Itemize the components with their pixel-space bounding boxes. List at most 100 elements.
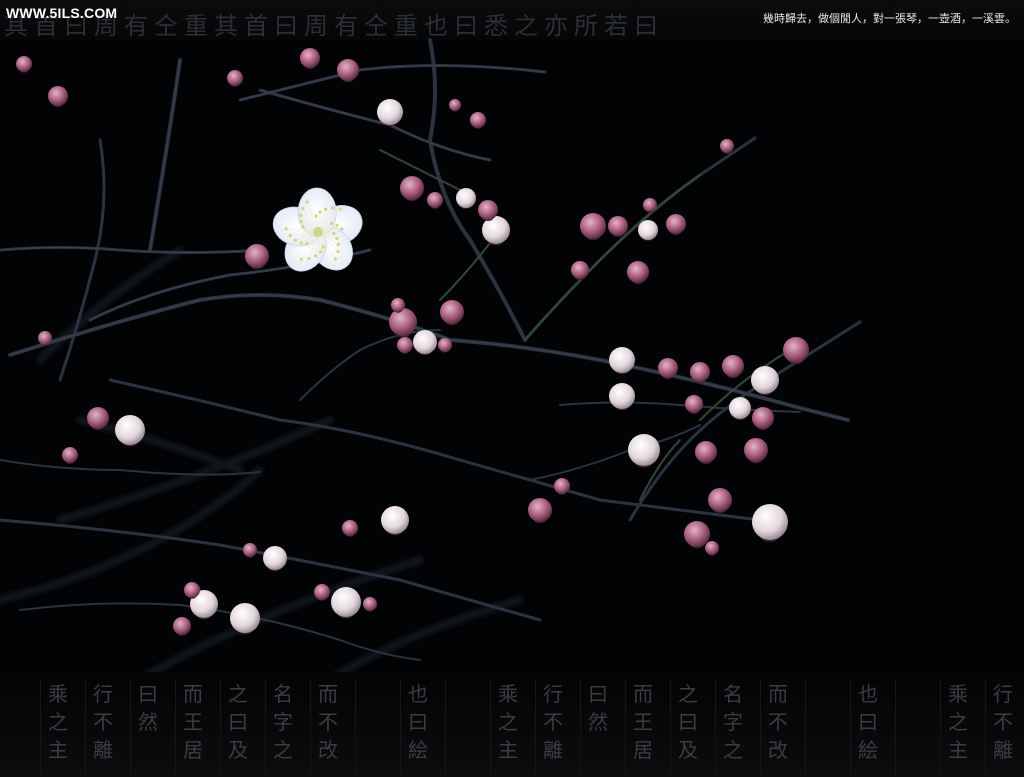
branch — [19, 602, 421, 661]
bottom-glyph: 主 — [948, 738, 968, 762]
glyph-column — [895, 680, 930, 775]
pink-bud — [470, 112, 486, 129]
glyph-column — [805, 680, 840, 775]
plum-blossom-branches — [0, 38, 862, 704]
bottom-glyph: 然 — [588, 710, 608, 734]
pink-bud — [744, 438, 768, 464]
bottom-glyph: 絵 — [858, 738, 878, 762]
bottom-glyph: 居 — [183, 738, 203, 762]
pink-bud — [695, 441, 717, 465]
glyph-column: 行不離 — [985, 680, 1020, 775]
bottom-glyph: 名 — [273, 682, 293, 706]
bottom-glyph: 居 — [633, 738, 653, 762]
bottom-glyph: 改 — [318, 738, 338, 762]
pink-bud — [685, 395, 703, 414]
glyph-column: 名字之 — [715, 680, 750, 775]
stamen-anther — [314, 214, 318, 218]
background-branch — [116, 556, 424, 694]
bottom-glyph: 曰 — [588, 682, 608, 706]
bottom-glyph: 曰 — [858, 710, 878, 734]
glyph-column: 也曰絵 — [400, 680, 435, 775]
glyph-column: 而王居 — [625, 680, 660, 775]
pink-bud — [300, 48, 320, 69]
glyph-column: 也曰絵 — [850, 680, 885, 775]
pink-bud — [400, 176, 424, 202]
bottom-glyph: 而 — [318, 682, 338, 706]
pink-bud — [245, 244, 269, 270]
branch — [8, 293, 850, 422]
bottom-glyph: 然 — [138, 710, 158, 734]
bottom-glyph: 及 — [678, 738, 698, 762]
pink-bud — [363, 597, 377, 612]
glyph-column: 行不離 — [535, 680, 570, 775]
pink-bud — [227, 70, 243, 87]
bottom-glyph — [145, 736, 151, 764]
poem-caption: 幾時歸去，做個閒人，對一張琴，一壺酒，一溪雲。 — [763, 12, 1016, 25]
bottom-glyph: 曰 — [408, 710, 428, 734]
stamen-anther — [307, 256, 311, 261]
pink-bud — [16, 56, 32, 73]
branch — [58, 138, 106, 382]
pink-bud — [666, 214, 686, 235]
bottom-glyph: 離 — [543, 738, 563, 762]
pink-bud — [449, 99, 461, 112]
stamen-anther — [340, 227, 344, 231]
pink-bud — [783, 337, 809, 365]
glyph-column: 曰然 — [130, 680, 165, 775]
pink-bud — [48, 86, 68, 107]
glyph-column: 之曰及 — [670, 680, 705, 775]
bottom-glyph: 字 — [273, 710, 293, 734]
bottom-glyph: 之 — [678, 682, 698, 706]
blossom-center — [313, 227, 323, 237]
pink-bud — [708, 488, 732, 514]
pink-bud — [243, 543, 257, 558]
bottom-glyph: 不 — [318, 710, 338, 734]
branch — [238, 63, 547, 102]
branch-highlight — [239, 64, 546, 101]
white-bud — [729, 397, 751, 421]
glyph-column: 乘之主 — [940, 680, 975, 775]
bottom-glyph — [820, 680, 826, 708]
white-plum-blossom — [272, 187, 363, 272]
bottom-glyph: 及 — [228, 738, 248, 762]
bottom-glyph: 行 — [993, 682, 1013, 706]
pink-bud — [571, 261, 589, 280]
stamen-anther — [314, 254, 318, 258]
bottom-glyph — [910, 708, 916, 736]
bottom-glyph — [370, 708, 376, 736]
glyph-column: 乘之主 — [40, 680, 75, 775]
stamen-anther — [299, 219, 303, 224]
bottom-glyph: 字 — [723, 710, 743, 734]
bottom-glyph: 離 — [93, 738, 113, 762]
pink-bud — [397, 337, 413, 354]
site-logo: WWW.5ILS.COM — [6, 5, 118, 21]
bottom-calligraphy-strip: 乘之主行不離曰然 而王居之曰及名字之而不改 也曰絵 乘之主行不離曰然 而王居之曰… — [40, 680, 1024, 775]
bottom-glyph: 不 — [93, 710, 113, 734]
bottom-glyph — [595, 736, 601, 764]
bottom-glyph: 乘 — [48, 682, 68, 706]
bottom-glyph: 絵 — [408, 738, 428, 762]
bottom-glyph: 改 — [768, 738, 788, 762]
bottom-glyph: 乘 — [498, 682, 518, 706]
pink-bud — [438, 338, 452, 353]
bottom-glyph: 不 — [768, 710, 788, 734]
bottom-glyph — [910, 680, 916, 708]
bottom-glyph: 曰 — [678, 710, 698, 734]
pink-bud — [720, 139, 734, 154]
white-bud — [331, 587, 361, 619]
stamen-anther — [324, 207, 328, 211]
glyph-column: 曰然 — [580, 680, 615, 775]
glyph-column: 之曰及 — [220, 680, 255, 775]
stamen-anther — [301, 225, 305, 229]
white-bud — [638, 220, 658, 241]
bottom-glyph — [460, 680, 466, 708]
branch-highlight — [9, 294, 849, 421]
bottom-glyph: 不 — [543, 710, 563, 734]
bottom-glyph: 之 — [48, 710, 68, 734]
stamen-anther — [299, 241, 303, 245]
pink-bud — [608, 216, 628, 237]
background-branch — [0, 466, 264, 604]
bottom-glyph — [370, 680, 376, 708]
white-bud — [628, 434, 660, 468]
stamen-anther — [299, 257, 303, 261]
